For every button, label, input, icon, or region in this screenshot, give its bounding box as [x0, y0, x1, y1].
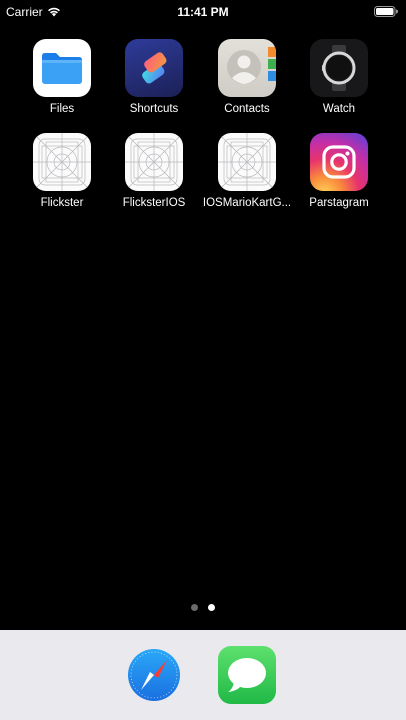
app-label: FlicksterIOS — [122, 197, 186, 209]
app-label: Contacts — [224, 103, 270, 115]
watch-icon — [310, 39, 368, 97]
page-indicator[interactable] — [0, 604, 406, 612]
instagram-camera-icon — [310, 133, 368, 191]
dock — [0, 630, 406, 720]
app-label: Watch — [322, 103, 356, 115]
app-watch[interactable]: Watch — [293, 39, 385, 115]
placeholder-app-icon — [218, 133, 276, 191]
status-time: 11:41 PM — [177, 5, 229, 19]
files-folder-icon — [33, 39, 91, 97]
app-parstagram[interactable]: Parstagram — [293, 133, 385, 209]
app-label: Files — [49, 103, 75, 115]
page-dot-1[interactable] — [191, 604, 198, 611]
page-dot-2[interactable] — [208, 604, 215, 611]
shortcuts-icon — [125, 39, 183, 97]
app-contacts[interactable]: Contacts — [201, 39, 293, 115]
app-flickster-ios[interactable]: FlicksterIOS — [108, 133, 200, 209]
app-label: Parstagram — [309, 197, 369, 209]
placeholder-app-icon — [125, 133, 183, 191]
app-flickster[interactable]: Flickster — [16, 133, 108, 209]
app-ios-mario-kart[interactable]: IOSMarioKartG... — [201, 133, 293, 209]
app-label: IOSMarioKartG... — [202, 197, 292, 209]
app-files[interactable]: Files — [16, 39, 108, 115]
status-bar: Carrier 11:41 PM — [0, 0, 406, 24]
safari-compass-icon — [125, 646, 183, 704]
app-shortcuts[interactable]: Shortcuts — [108, 39, 200, 115]
app-label: Shortcuts — [129, 103, 179, 115]
dock-app-safari[interactable] — [125, 646, 183, 704]
messages-bubble-icon — [218, 646, 276, 704]
placeholder-app-icon — [33, 133, 91, 191]
battery-icon — [374, 6, 398, 17]
dock-app-messages[interactable] — [218, 646, 276, 704]
app-label: Flickster — [40, 197, 84, 209]
contacts-icon — [218, 39, 276, 97]
